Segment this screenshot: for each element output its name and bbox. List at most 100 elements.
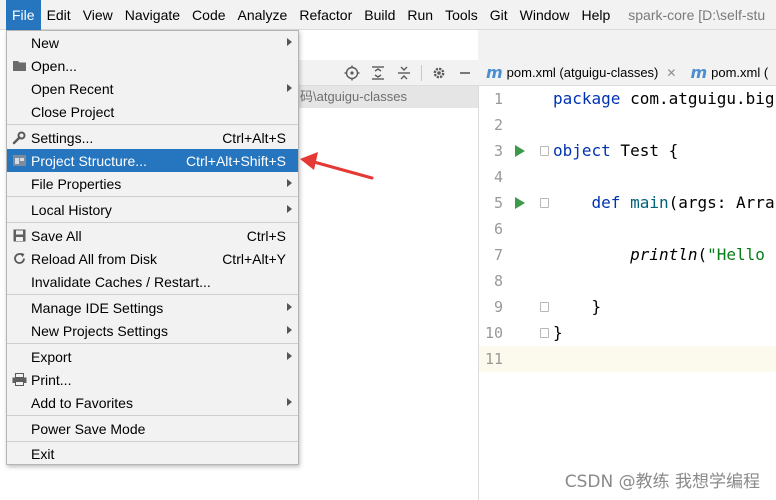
- menu-item-close-project[interactable]: Close Project: [7, 100, 298, 123]
- menu-item-label: Project Structure...: [31, 152, 147, 169]
- menu-build[interactable]: Build: [358, 0, 401, 30]
- menu-item-label: New Projects Settings: [31, 322, 168, 339]
- menu-run[interactable]: Run: [401, 0, 439, 30]
- menu-item-open[interactable]: Open...: [7, 54, 298, 77]
- menu-file[interactable]: File: [6, 0, 41, 30]
- code-text: }: [591, 297, 602, 316]
- run-gutter-icon[interactable]: [515, 197, 525, 209]
- locate-icon[interactable]: [343, 64, 361, 82]
- submenu-arrow-icon: [287, 38, 292, 46]
- menu-item-label: File Properties: [31, 175, 122, 192]
- code-line: 10 }: [479, 320, 776, 346]
- fold-marker-icon[interactable]: [540, 198, 549, 208]
- menu-item-reload-all[interactable]: Reload All from Disk Ctrl+Alt+Y: [7, 247, 298, 270]
- menu-help[interactable]: Help: [575, 0, 616, 30]
- line-number: 6: [493, 220, 503, 238]
- code-text: println("Hello: [630, 245, 765, 264]
- menu-edit[interactable]: Edit: [41, 0, 77, 30]
- menu-item-save-all[interactable]: Save All Ctrl+S: [7, 224, 298, 247]
- menu-code[interactable]: Code: [186, 0, 231, 30]
- expand-all-icon[interactable]: [369, 64, 387, 82]
- menu-divider: [7, 343, 298, 344]
- fold-marker-icon[interactable]: [540, 146, 549, 156]
- menu-item-export[interactable]: Export: [7, 345, 298, 368]
- menu-item-label: Save All: [31, 227, 82, 244]
- line-number: 9: [493, 298, 503, 316]
- project-path[interactable]: 码\atguigu-classes: [298, 86, 478, 108]
- menu-item-label: Close Project: [31, 103, 115, 120]
- tab-pom-second[interactable]: m pom.xml (: [682, 60, 774, 85]
- menu-item-label: Reload All from Disk: [31, 250, 158, 267]
- line-number: 10: [484, 324, 503, 342]
- maven-icon: m: [486, 63, 503, 82]
- menu-item-label: Invalidate Caches / Restart...: [31, 273, 211, 290]
- menu-item-label: Local History: [31, 201, 112, 218]
- menu-refactor[interactable]: Refactor: [293, 0, 358, 30]
- submenu-arrow-icon: [287, 303, 292, 311]
- menu-item-local-history[interactable]: Local History: [7, 198, 298, 221]
- menu-item-shortcut: Ctrl+Alt+Y: [222, 250, 286, 267]
- code-editor[interactable]: 1 package com.atguigu.big 2 3 object Tes…: [478, 86, 776, 500]
- menu-item-project-structure[interactable]: Project Structure... Ctrl+Alt+Shift+S: [7, 149, 298, 172]
- fold-marker-icon[interactable]: [540, 302, 549, 312]
- menu-item-exit[interactable]: Exit: [7, 442, 298, 465]
- menu-item-label: New: [31, 34, 60, 51]
- menu-item-file-properties[interactable]: File Properties: [7, 172, 298, 195]
- menu-git[interactable]: Git: [484, 0, 514, 30]
- menu-item-manage-ide-settings[interactable]: Manage IDE Settings: [7, 296, 298, 319]
- menu-item-shortcut: Ctrl+S: [246, 227, 286, 244]
- menu-window[interactable]: Window: [514, 0, 576, 30]
- code-line: 6: [479, 216, 776, 242]
- toolbar-divider: [421, 64, 422, 81]
- menu-item-label: Settings...: [31, 129, 94, 146]
- code-line-current: 11: [479, 346, 776, 372]
- menu-item-label: Open Recent: [31, 80, 114, 97]
- project-title: spark-core [D:\self-stu: [628, 6, 766, 23]
- menu-item-power-save-mode[interactable]: Power Save Mode: [7, 417, 298, 440]
- menu-divider: [7, 294, 298, 295]
- menu-item-settings[interactable]: Settings... Ctrl+Alt+S: [7, 126, 298, 149]
- maven-icon: m: [690, 63, 708, 82]
- line-number: 7: [493, 246, 503, 264]
- collapse-all-icon[interactable]: [395, 64, 413, 82]
- menu-item-label: Exit: [31, 445, 55, 462]
- menu-navigate[interactable]: Navigate: [119, 0, 186, 30]
- menu-item-new-projects-settings[interactable]: New Projects Settings: [7, 319, 298, 342]
- code-text: object Test {: [553, 141, 679, 160]
- project-toolbar: [298, 60, 478, 86]
- close-icon[interactable]: ✕: [666, 66, 676, 80]
- gear-icon[interactable]: [430, 64, 448, 82]
- line-number: 5: [493, 194, 503, 212]
- menu-item-open-recent[interactable]: Open Recent: [7, 77, 298, 100]
- menu-divider: [7, 124, 298, 125]
- watermark: CSDN @教练 我想学编程: [564, 472, 760, 492]
- code-line: 4: [479, 164, 776, 190]
- submenu-arrow-icon: [287, 205, 292, 213]
- code-line: 5 def main(args: Arra: [479, 190, 776, 216]
- project-structure-icon: [11, 153, 27, 169]
- menu-item-invalidate-caches[interactable]: Invalidate Caches / Restart...: [7, 270, 298, 293]
- menu-view[interactable]: View: [77, 0, 119, 30]
- menu-item-print[interactable]: Print...: [7, 368, 298, 391]
- menu-item-label: Print...: [31, 371, 72, 388]
- menu-divider: [7, 415, 298, 416]
- line-number: 8: [493, 272, 503, 290]
- fold-marker-icon[interactable]: [540, 328, 549, 338]
- menu-item-label: Add to Favorites: [31, 394, 133, 411]
- menu-item-new[interactable]: New: [7, 31, 298, 54]
- run-gutter-icon[interactable]: [515, 145, 525, 157]
- menu-item-label: Manage IDE Settings: [31, 299, 164, 316]
- code-text: package com.atguigu.big: [553, 89, 775, 108]
- code-line: 7 println("Hello: [479, 242, 776, 268]
- hide-icon[interactable]: [456, 64, 474, 82]
- menu-divider: [7, 222, 298, 223]
- tab-pom-atguigu-classes[interactable]: m pom.xml (atguigu-classes) ✕: [478, 60, 682, 85]
- menu-tools[interactable]: Tools: [439, 0, 484, 30]
- menu-analyze[interactable]: Analyze: [232, 0, 294, 30]
- menu-item-label: Power Save Mode: [31, 420, 146, 437]
- menu-item-add-to-favorites[interactable]: Add to Favorites: [7, 391, 298, 414]
- line-number: 11: [484, 350, 503, 368]
- code-line: 3 object Test {: [479, 138, 776, 164]
- code-text: }: [553, 323, 563, 342]
- wrench-icon: [11, 130, 27, 146]
